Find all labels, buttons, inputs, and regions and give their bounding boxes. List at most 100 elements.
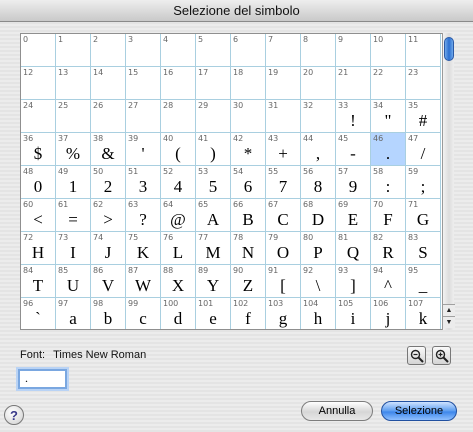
- symbol-cell[interactable]: 24: [21, 100, 56, 133]
- symbol-cell[interactable]: 3: [126, 34, 161, 67]
- symbol-cell[interactable]: 59;: [406, 166, 441, 199]
- symbol-cell[interactable]: 44,: [301, 133, 336, 166]
- symbol-cell[interactable]: 1: [56, 34, 91, 67]
- symbol-cell[interactable]: 89 Y: [196, 265, 231, 298]
- cancel-button[interactable]: Annulla: [301, 401, 373, 421]
- selected-symbol-preview-field[interactable]: .: [18, 369, 67, 389]
- symbol-cell[interactable]: 49 1: [56, 166, 91, 199]
- symbol-cell[interactable]: 15: [126, 67, 161, 100]
- symbol-cell[interactable]: 41): [196, 133, 231, 166]
- symbol-cell[interactable]: 54 6: [231, 166, 266, 199]
- symbol-cell[interactable]: 61 =: [56, 199, 91, 232]
- symbol-cell[interactable]: 35 #: [406, 100, 441, 133]
- symbol-cell[interactable]: 7: [266, 34, 301, 67]
- symbol-cell[interactable]: 68 D: [301, 199, 336, 232]
- symbol-cell[interactable]: 30: [231, 100, 266, 133]
- symbol-cell[interactable]: 99 c: [126, 298, 161, 329]
- symbol-cell[interactable]: 57 9: [336, 166, 371, 199]
- symbol-cell[interactable]: 63?: [126, 199, 161, 232]
- symbol-cell[interactable]: 34 ": [371, 100, 406, 133]
- symbol-cell[interactable]: 94 ^: [371, 265, 406, 298]
- zoom-in-button[interactable]: [432, 346, 451, 365]
- symbol-cell[interactable]: 27: [126, 100, 161, 133]
- symbol-cell[interactable]: 11: [406, 34, 441, 67]
- symbol-cell[interactable]: 103 g: [266, 298, 301, 329]
- symbol-cell[interactable]: 18: [231, 67, 266, 100]
- symbol-cell[interactable]: 107 k: [406, 298, 441, 329]
- symbol-cell[interactable]: 67 C: [266, 199, 301, 232]
- symbol-cell[interactable]: 65 A: [196, 199, 231, 232]
- symbol-cell[interactable]: 12: [21, 67, 56, 100]
- symbol-cell[interactable]: 66 B: [231, 199, 266, 232]
- symbol-cell[interactable]: 76 L: [161, 232, 196, 265]
- symbol-cell[interactable]: 74 J: [91, 232, 126, 265]
- symbol-cell[interactable]: 69 E: [336, 199, 371, 232]
- vertical-scrollbar[interactable]: ▲ ▼: [442, 33, 455, 330]
- scroll-up-arrow-icon[interactable]: ▲: [443, 304, 455, 316]
- symbol-cell[interactable]: 48 0: [21, 166, 56, 199]
- symbol-cell[interactable]: 79 O: [266, 232, 301, 265]
- symbol-cell[interactable]: 75 K: [126, 232, 161, 265]
- zoom-out-button[interactable]: [407, 346, 426, 365]
- symbol-cell[interactable]: 4: [161, 34, 196, 67]
- symbol-cell[interactable]: 86 V: [91, 265, 126, 298]
- symbol-cell[interactable]: 37%: [56, 133, 91, 166]
- symbol-cell[interactable]: 106 j: [371, 298, 406, 329]
- symbol-cell[interactable]: 78 N: [231, 232, 266, 265]
- symbol-cell[interactable]: 20: [301, 67, 336, 100]
- symbol-cell[interactable]: 32: [301, 100, 336, 133]
- symbol-cell[interactable]: 53 5: [196, 166, 231, 199]
- symbol-cell[interactable]: 31: [266, 100, 301, 133]
- symbol-cell[interactable]: 22: [371, 67, 406, 100]
- symbol-cell[interactable]: 85 U: [56, 265, 91, 298]
- symbol-cell[interactable]: 92 \: [301, 265, 336, 298]
- symbol-cell[interactable]: 70 F: [371, 199, 406, 232]
- symbol-cell[interactable]: 83 S: [406, 232, 441, 265]
- symbol-cell[interactable]: 17: [196, 67, 231, 100]
- symbol-cell[interactable]: 19: [266, 67, 301, 100]
- symbol-cell[interactable]: 26: [91, 100, 126, 133]
- symbol-cell[interactable]: 10: [371, 34, 406, 67]
- symbol-cell[interactable]: 72 H: [21, 232, 56, 265]
- symbol-cell[interactable]: 52 4: [161, 166, 196, 199]
- symbol-cell[interactable]: 39 ': [126, 133, 161, 166]
- symbol-cell[interactable]: 51 3: [126, 166, 161, 199]
- symbol-cell[interactable]: 77 M: [196, 232, 231, 265]
- symbol-cell[interactable]: 95 _: [406, 265, 441, 298]
- symbol-cell[interactable]: 80 P: [301, 232, 336, 265]
- symbol-cell[interactable]: 55 7: [266, 166, 301, 199]
- symbol-cell[interactable]: 105 i: [336, 298, 371, 329]
- symbol-cell[interactable]: 98 b: [91, 298, 126, 329]
- symbol-cell[interactable]: 91[: [266, 265, 301, 298]
- symbol-cell[interactable]: 73 I: [56, 232, 91, 265]
- symbol-cell[interactable]: 71 G: [406, 199, 441, 232]
- symbol-cell[interactable]: 87 W: [126, 265, 161, 298]
- help-button[interactable]: ?: [4, 405, 24, 425]
- symbol-cell[interactable]: 102 f: [231, 298, 266, 329]
- select-button[interactable]: Selezione: [381, 401, 457, 421]
- symbol-cell[interactable]: 84 T: [21, 265, 56, 298]
- symbol-cell[interactable]: 38 &: [91, 133, 126, 166]
- symbol-cell[interactable]: 101 e: [196, 298, 231, 329]
- symbol-cell[interactable]: 23: [406, 67, 441, 100]
- symbol-cell[interactable]: 81 Q: [336, 232, 371, 265]
- symbol-cell[interactable]: 100 d: [161, 298, 196, 329]
- symbol-cell[interactable]: 64 @: [161, 199, 196, 232]
- symbol-cell[interactable]: 28: [161, 100, 196, 133]
- scroll-down-arrow-icon[interactable]: ▼: [443, 316, 455, 328]
- symbol-cell[interactable]: 33!: [336, 100, 371, 133]
- symbol-cell[interactable]: 58:: [371, 166, 406, 199]
- symbol-cell[interactable]: 82 R: [371, 232, 406, 265]
- symbol-cell[interactable]: 88 X: [161, 265, 196, 298]
- symbol-cell[interactable]: 104 h: [301, 298, 336, 329]
- symbol-cell[interactable]: 90 Z: [231, 265, 266, 298]
- symbol-cell[interactable]: 6: [231, 34, 266, 67]
- symbol-cell[interactable]: 14: [91, 67, 126, 100]
- symbol-cell[interactable]: 29: [196, 100, 231, 133]
- symbol-cell[interactable]: 93]: [336, 265, 371, 298]
- symbol-cell[interactable]: 62 >: [91, 199, 126, 232]
- symbol-cell[interactable]: 25: [56, 100, 91, 133]
- symbol-cell[interactable]: 5: [196, 34, 231, 67]
- symbol-cell[interactable]: 45-: [336, 133, 371, 166]
- symbol-cell[interactable]: 43 +: [266, 133, 301, 166]
